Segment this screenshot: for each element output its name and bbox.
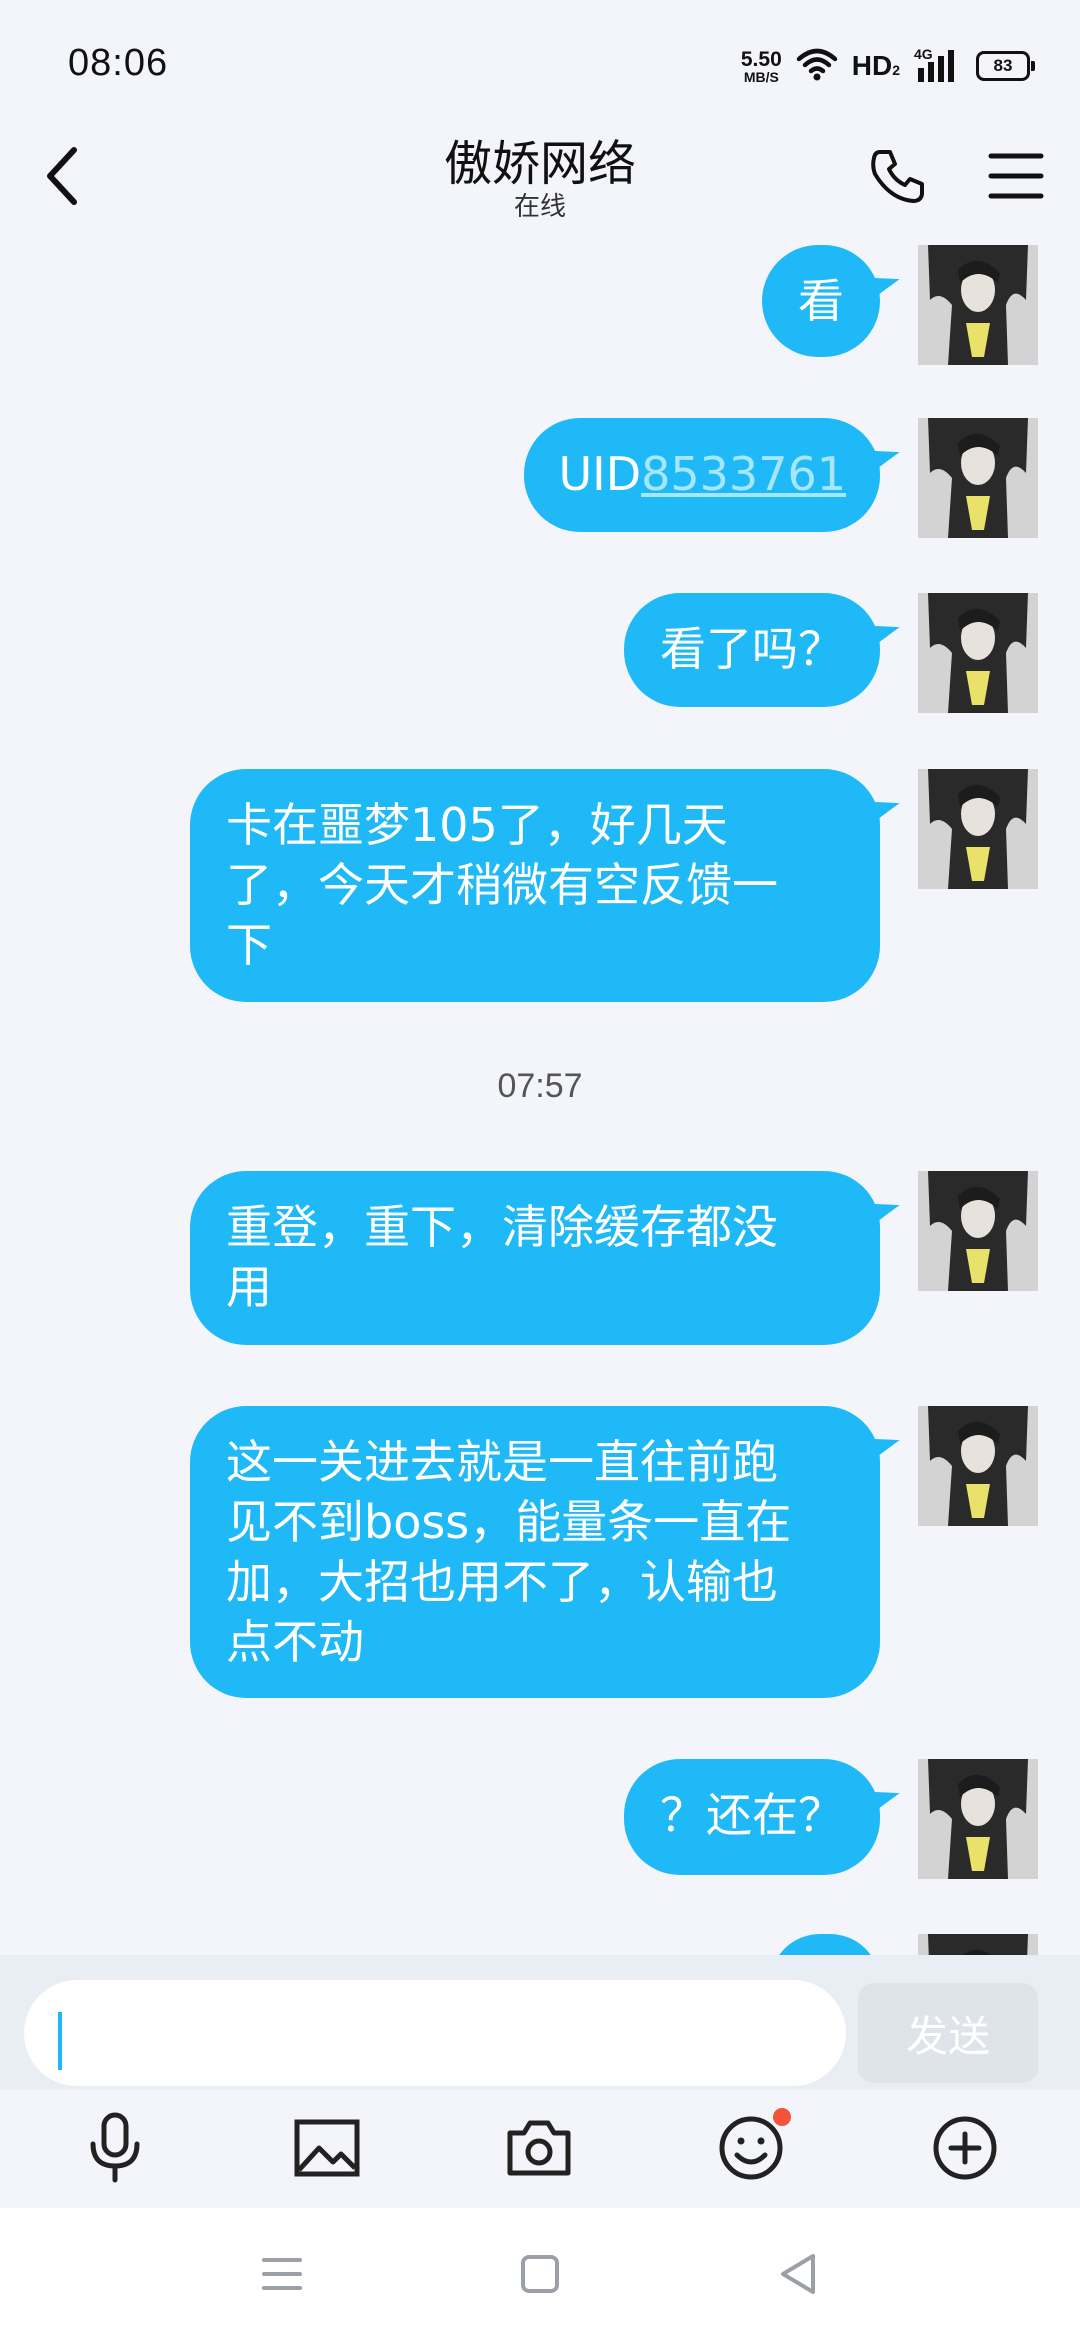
message-line: 卡在噩梦105了，好几天 [226, 798, 728, 852]
message-line: 这一关进去就是一直往前跑 [226, 1435, 778, 1489]
network-speed-value: 5.50 [740, 47, 782, 71]
message-bubble[interactable]: 重登，重下，清除缓存都没 用 [190, 1171, 880, 1345]
message-input[interactable] [24, 1980, 846, 2086]
menu-button[interactable] [976, 136, 1056, 216]
recents-button[interactable] [254, 2246, 310, 2302]
notification-dot [773, 2108, 791, 2126]
hd-label: HD [851, 50, 893, 81]
message-list[interactable]: 看 UID8533761 看了吗？ 卡在噩梦105了，好几天 了，今天才稍微有空… [0, 240, 1080, 1955]
avatar-image [918, 593, 1038, 713]
network-speed-unit: MB/S [743, 68, 779, 85]
message-bubble[interactable]: ？还在？ [624, 1759, 880, 1875]
hd-sub: 2 [892, 62, 900, 78]
message-bubble[interactable]: 卡在噩梦105了，好几天 了，今天才稍微有空反馈一 下 [190, 769, 880, 1002]
battery-indicator: 83 [976, 51, 1035, 81]
message-bubble[interactable]: UID8533761 [524, 418, 880, 532]
message-text: ？还在？ [660, 1788, 844, 1842]
message-bubble[interactable] [770, 1934, 880, 1955]
cell-signal-icon: 4G [914, 46, 962, 84]
avatar-image [918, 245, 1038, 365]
message-line: 了，今天才稍微有空反馈一 [226, 858, 778, 912]
avatar[interactable] [918, 1406, 1038, 1526]
avatar-image [918, 1171, 1038, 1291]
message-text: 看 [798, 274, 844, 328]
more-button[interactable] [925, 2108, 1005, 2188]
camera-button[interactable] [499, 2108, 579, 2188]
avatar-image [918, 769, 1038, 889]
avatar[interactable] [918, 418, 1038, 538]
plus-icon [933, 2116, 997, 2180]
network-speed: 5.50 MB/S [741, 49, 782, 84]
message-bubble[interactable]: 看 [762, 245, 880, 357]
triangle-back-icon [781, 2254, 815, 2294]
avatar-image [918, 418, 1038, 538]
recents-icon [262, 2258, 302, 2290]
message-line: 下 [226, 918, 272, 972]
message-text: UID [558, 447, 642, 501]
menu-icon [988, 153, 1044, 199]
composer-bar: 发送 [0, 1955, 1080, 2090]
call-button[interactable] [858, 136, 938, 216]
home-icon [521, 2255, 559, 2293]
image-icon [294, 2119, 360, 2177]
message-line: 用 [226, 1260, 272, 1314]
home-button[interactable] [512, 2246, 568, 2302]
message-line: 点不动 [226, 1615, 364, 1669]
status-bar: 08:06 5.50 MB/S HD 2 4G 83 [0, 0, 1080, 120]
time-separator: 07:57 [497, 1067, 583, 1105]
message-text: 看了吗？ [660, 622, 844, 676]
avatar-image [918, 1406, 1038, 1526]
composer-toolbar [0, 2090, 1080, 2208]
avatar[interactable] [918, 769, 1038, 889]
message-bubble[interactable]: 这一关进去就是一直往前跑 见不到boss，能量条一直在 加，大招也用不了，认输也… [190, 1406, 880, 1698]
avatar[interactable] [918, 1171, 1038, 1291]
gallery-button[interactable] [287, 2108, 367, 2188]
message-line: 见不到boss，能量条一直在 [226, 1495, 792, 1549]
uid-link[interactable]: 8533761 [641, 447, 846, 501]
microphone-icon [90, 2112, 140, 2183]
text-caret [58, 2012, 62, 2070]
camera-icon [507, 2120, 571, 2176]
avatar[interactable] [918, 1934, 1038, 1955]
message-line: 重登，重下，清除缓存都没 [226, 1200, 778, 1254]
hd-indicator: HD 2 [852, 50, 900, 82]
send-button[interactable]: 发送 [858, 1983, 1038, 2083]
avatar-image [918, 1934, 1038, 1955]
voice-button[interactable] [75, 2108, 155, 2188]
message-line: 加，大招也用不了，认输也 [226, 1555, 778, 1609]
avatar[interactable] [918, 593, 1038, 713]
emoji-icon [719, 2116, 783, 2180]
status-time: 08:06 [68, 42, 169, 84]
battery-level: 83 [993, 56, 1013, 75]
system-nav-bar [0, 2208, 1080, 2340]
avatar-image [918, 1759, 1038, 1879]
chat-header: 傲娇网络 在线 [0, 120, 1080, 240]
avatar[interactable] [918, 1759, 1038, 1879]
avatar[interactable] [918, 245, 1038, 365]
status-icons: 5.50 MB/S HD 2 4G 83 [741, 44, 1035, 88]
message-bubble[interactable]: 看了吗？ [624, 593, 880, 707]
nav-back-button[interactable] [770, 2246, 826, 2302]
emoji-button[interactable] [711, 2108, 791, 2188]
wifi-icon [796, 47, 838, 85]
phone-icon [871, 150, 924, 203]
